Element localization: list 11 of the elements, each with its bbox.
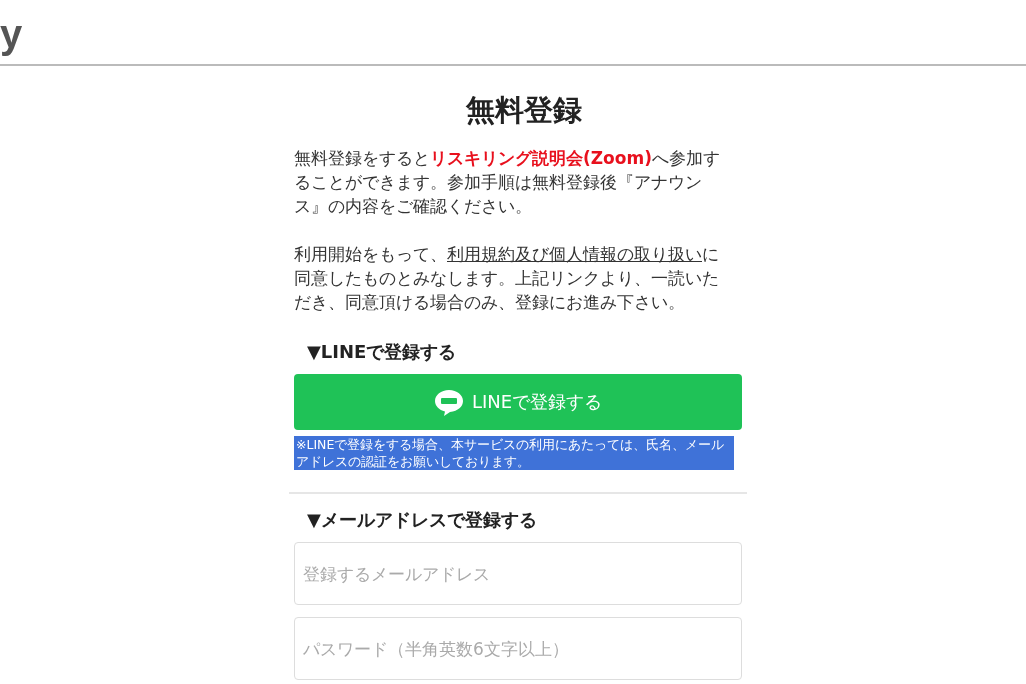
line-notice: ※LINEで登録をする場合、本サービスの利用にあたっては、氏名、メールアドレスの認証をお願いしております。 [294,436,734,470]
section-heading: ▼メールアドレスで登録する [306,508,538,532]
intro-paragraph: 無料登録をするとリスキリング説明会(Zoom)へ参加することができます。参加手順は無料登録後『アナウンス』の内容をご確認ください。 [294,147,721,218]
input-field[interactable]: 登録するメールアドレス [294,542,742,605]
section-heading: ▼LINEで登録する [306,340,458,364]
chat-bubble-icon [433,388,464,416]
page-title: 無料登録 [465,92,583,129]
site-logo[interactable]: y [0,4,23,64]
input-field[interactable]: パスワード（半角英数6文字以上） [294,617,742,680]
terms-link[interactable]: 利用規約及び個人情報の取り扱い [447,244,702,264]
terms-paragraph: 利用開始をもって、利用規約及び個人情報の取り扱いに同意したものとみなします。上記リンクより、一読いただき、同意頂ける場合のみ、登録にお進み下さい。 [294,243,720,314]
